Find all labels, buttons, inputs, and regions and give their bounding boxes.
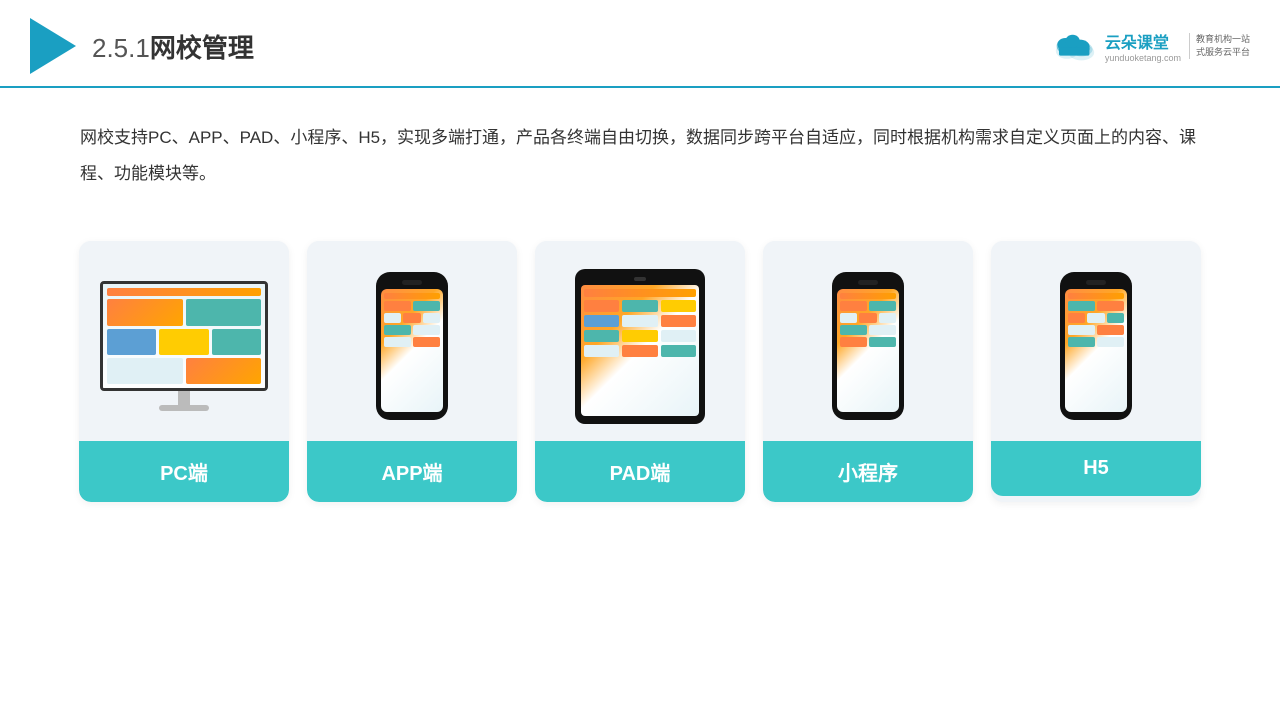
phone-mockup-miniapp (832, 272, 904, 420)
card-app-label: APP端 (307, 441, 517, 502)
monitor-screen (100, 281, 268, 391)
header-left: 2.5.1网校管理 (30, 18, 254, 74)
phone-mockup-app (376, 272, 448, 420)
brand-logo: 云朵课堂 yunduoketang.com 教育机构一站 式服务云平台 (1051, 29, 1250, 63)
card-app: APP端 (307, 241, 517, 502)
card-pad-image (535, 241, 745, 441)
card-h5: H5 (991, 241, 1201, 502)
cards-section: PC端 (0, 221, 1280, 522)
monitor-mockup (100, 281, 268, 411)
description-text: 网校支持PC、APP、PAD、小程序、H5，实现多端打通，产品各终端自由切换，数… (0, 88, 1280, 211)
card-app-image (307, 241, 517, 441)
phone-screen-3 (1065, 289, 1127, 412)
card-miniapp: 小程序 (763, 241, 973, 502)
phone-mockup-h5 (1060, 272, 1132, 420)
brand-slogan: 教育机构一站 式服务云平台 (1189, 33, 1250, 58)
phone-screen (381, 289, 443, 412)
card-h5-image (991, 241, 1201, 441)
phone-notch-3 (1086, 280, 1106, 285)
cloud-icon (1051, 30, 1099, 62)
card-pad: PAD端 (535, 241, 745, 502)
brand-name: 云朵课堂 (1105, 29, 1181, 53)
card-h5-label: H5 (991, 441, 1201, 496)
tablet-mockup (575, 269, 705, 424)
header: 2.5.1网校管理 云朵课堂 yunduoketang.com 教育机构一站 式… (0, 0, 1280, 88)
title-main: 网校管理 (150, 33, 254, 63)
tablet-home-button (634, 277, 646, 281)
card-pc: PC端 (79, 241, 289, 502)
phone-notch (402, 280, 422, 285)
card-miniapp-label: 小程序 (763, 441, 973, 502)
phone-screen-2 (837, 289, 899, 412)
phone-notch-2 (858, 280, 878, 285)
tablet-screen (581, 285, 699, 416)
page-title: 2.5.1网校管理 (92, 28, 254, 65)
monitor-neck (178, 391, 190, 405)
card-miniapp-image (763, 241, 973, 441)
brand-url: yunduoketang.com (1105, 53, 1181, 63)
card-pc-label: PC端 (79, 441, 289, 502)
brand-info: 云朵课堂 yunduoketang.com (1105, 29, 1181, 63)
logo-triangle-icon (30, 18, 76, 74)
title-prefix: 2.5.1 (92, 33, 150, 63)
card-pc-image (79, 241, 289, 441)
monitor-base (159, 405, 209, 411)
card-pad-label: PAD端 (535, 441, 745, 502)
